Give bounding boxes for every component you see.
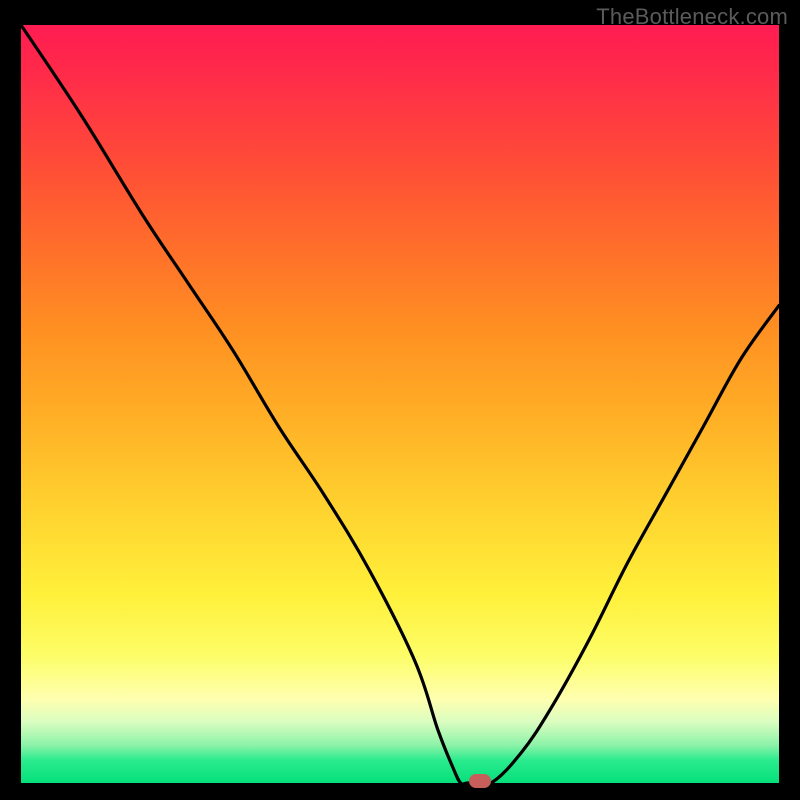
watermark-text: TheBottleneck.com (596, 4, 788, 30)
plot-area (21, 25, 779, 783)
bottleneck-curve (21, 25, 779, 783)
minimum-marker (469, 774, 491, 788)
chart-frame: TheBottleneck.com (0, 0, 800, 800)
